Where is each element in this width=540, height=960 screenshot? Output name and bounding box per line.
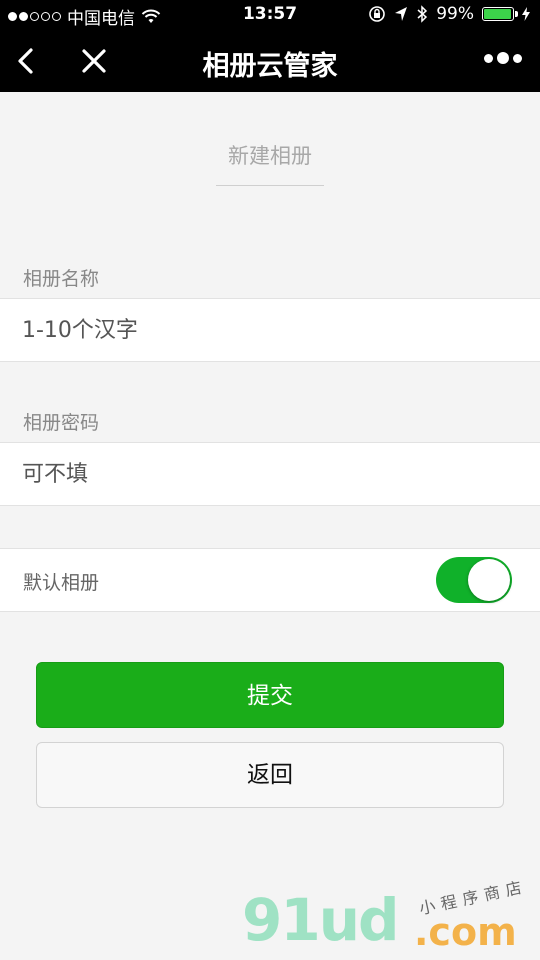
battery-fill (484, 9, 511, 19)
form-heading: 新建相册 (228, 144, 312, 168)
rotation-lock-icon (369, 6, 386, 22)
back-button[interactable]: 返回 (36, 742, 504, 808)
default-album-label: 默认相册 (23, 572, 100, 594)
album-name-row (0, 298, 540, 362)
submit-button[interactable]: 提交 (36, 662, 504, 728)
album-name-label: 相册名称 (23, 268, 100, 290)
status-bar: 中国电信 13:57 99% (0, 0, 540, 30)
heading-divider (216, 185, 324, 186)
toggle-knob (468, 559, 510, 601)
battery-percent: 99% (436, 4, 474, 24)
page-title: 相册云管家 (202, 51, 338, 82)
album-password-label: 相册密码 (23, 412, 100, 434)
album-name-input[interactable] (22, 299, 522, 361)
default-album-row: 默认相册 (0, 548, 540, 612)
nav-bar: 相册云管家 (0, 30, 540, 92)
bluetooth-icon (417, 5, 428, 23)
watermark: 91ud .com 小程序商店 (238, 877, 538, 960)
album-password-input[interactable] (22, 443, 522, 505)
default-album-toggle[interactable] (436, 557, 512, 603)
charging-icon (522, 7, 530, 21)
location-arrow-icon (395, 7, 408, 21)
status-right: 99% (368, 4, 530, 24)
album-password-row (0, 442, 540, 506)
battery-icon (482, 7, 518, 21)
more-dots-icon[interactable] (484, 52, 522, 64)
watermark-brand: 91ud (242, 886, 400, 954)
